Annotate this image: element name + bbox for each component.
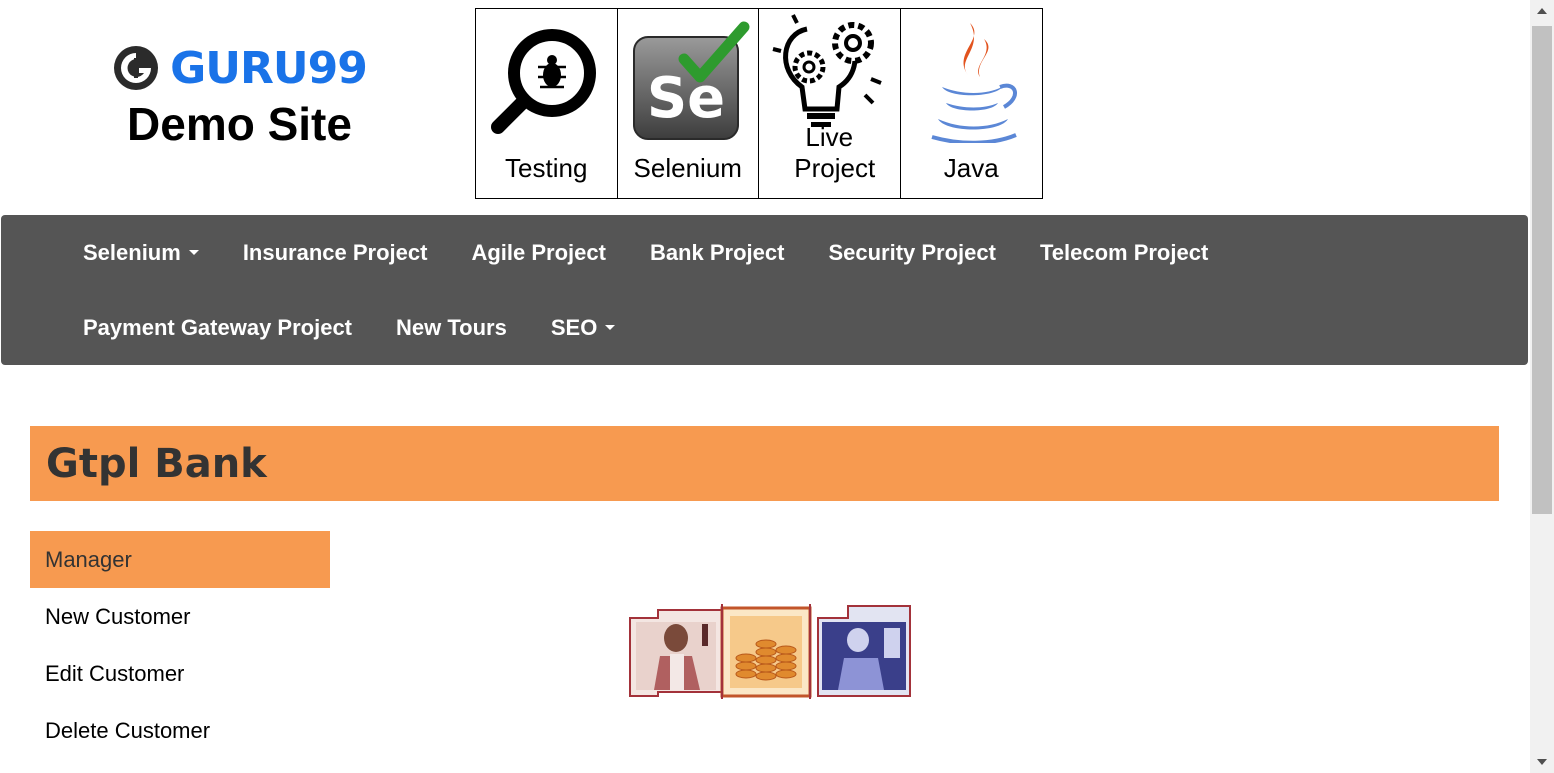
brand-name: GURU99 <box>170 42 368 94</box>
nav-agile-project[interactable]: Agile Project <box>449 240 627 266</box>
navbar-row: Payment Gateway Project New Tours SEO <box>61 290 637 365</box>
nav-label: Insurance Project <box>242 239 428 265</box>
svg-text:Se: Se <box>647 66 725 131</box>
selenium-logo-icon: Se <box>632 21 750 140</box>
menu-label: Edit Customer <box>45 660 185 686</box>
page-title: Gtpl Bank <box>46 440 267 487</box>
main-navbar: Selenium Insurance Project Agile Project… <box>1 215 1528 365</box>
nav-label: Payment Gateway Project <box>83 314 353 340</box>
nav-payment-gateway-project[interactable]: Payment Gateway Project <box>61 315 374 341</box>
menu-item-new-customer[interactable]: New Customer <box>30 588 330 645</box>
tile-label: Testing <box>505 153 588 183</box>
nav-selenium-dropdown[interactable]: Selenium <box>61 240 221 266</box>
tile-label: Selenium <box>633 153 742 183</box>
scroll-down-arrow-icon[interactable] <box>1537 759 1547 765</box>
menu-label: Delete Customer <box>45 717 211 743</box>
tile-selenium[interactable]: Se Selenium <box>618 9 759 198</box>
nav-new-tours[interactable]: New Tours <box>374 315 529 341</box>
bank-banner-image <box>629 604 911 699</box>
nav-label: Telecom Project <box>1039 239 1209 265</box>
side-menu: Manager New Customer Edit Customer Delet… <box>30 531 330 759</box>
nav-seo-dropdown[interactable]: SEO <box>529 315 637 341</box>
category-tiles: Testing Se Selenium Live Project Java <box>475 8 1043 199</box>
page-title-bar: Gtpl Bank <box>30 426 1499 501</box>
nav-label: SEO <box>550 314 598 340</box>
nav-label: Bank Project <box>649 239 785 265</box>
caret-down-icon <box>605 325 616 330</box>
tile-live-project[interactable]: Live Project <box>759 9 901 198</box>
nav-label: Security Project <box>828 239 996 265</box>
caret-down-icon <box>188 250 199 255</box>
nav-label: Agile Project <box>471 239 606 265</box>
tile-testing[interactable]: Testing <box>476 9 618 198</box>
nav-bank-project[interactable]: Bank Project <box>628 240 807 266</box>
scroll-up-arrow-icon[interactable] <box>1537 8 1547 14</box>
nav-telecom-project[interactable]: Telecom Project <box>1018 240 1230 266</box>
menu-label: New Customer <box>45 603 191 629</box>
vertical-scrollbar[interactable] <box>1530 0 1554 773</box>
menu-item-edit-customer[interactable]: Edit Customer <box>30 645 330 702</box>
brand-subtitle: Demo Site <box>127 98 352 150</box>
navbar-row: Selenium Insurance Project Agile Project… <box>61 215 1230 290</box>
guru99-logo-icon <box>114 46 159 90</box>
nav-security-project[interactable]: Security Project <box>806 240 1018 266</box>
tile-label: Live Project <box>794 122 876 183</box>
scroll-thumb[interactable] <box>1532 26 1552 514</box>
nav-label: Selenium <box>83 239 181 265</box>
site-logo[interactable]: GURU99 Demo Site <box>112 40 368 150</box>
nav-insurance-project[interactable]: Insurance Project <box>221 240 450 266</box>
menu-item-delete-customer[interactable]: Delete Customer <box>30 702 330 759</box>
brand-row: GURU99 <box>112 40 368 96</box>
tile-label: Java <box>943 153 999 183</box>
java-logo-icon <box>931 23 1018 143</box>
menu-label: Manager <box>45 546 132 572</box>
magnifier-bug-icon <box>491 29 597 134</box>
tile-java[interactable]: Java <box>901 9 1043 198</box>
lightbulb-gears-icon <box>772 14 882 127</box>
menu-item-manager[interactable]: Manager <box>30 531 330 588</box>
nav-label: New Tours <box>396 314 507 340</box>
